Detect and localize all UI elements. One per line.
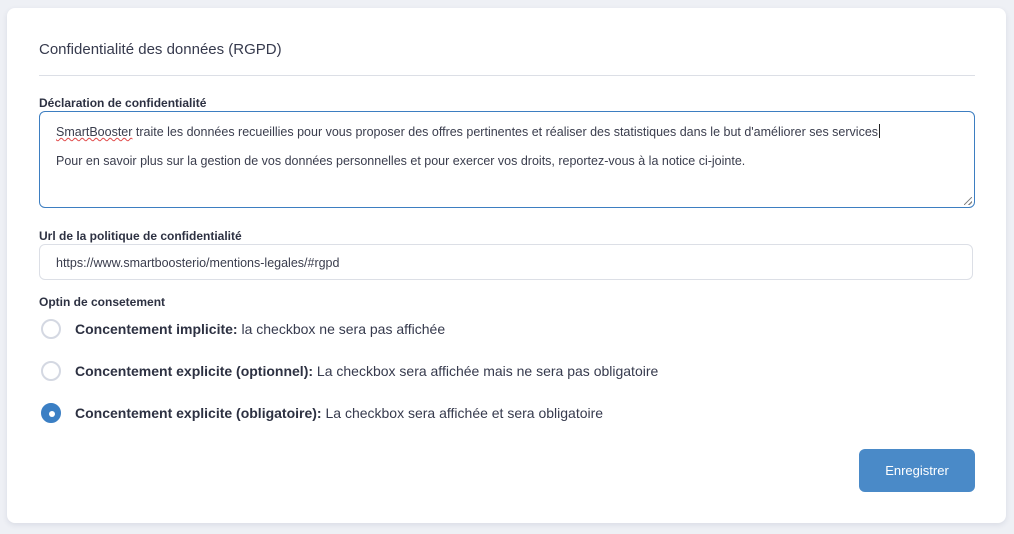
privacy-statement-line-1: SmartBooster traite les données recueill…: [56, 124, 881, 139]
text-caret: [879, 124, 881, 138]
radio-explicit-optional[interactable]: [41, 361, 61, 381]
policy-url-label: Url de la politique de confidentialité: [39, 229, 242, 243]
consent-option-explicit-required[interactable]: Concentement explicite (obligatoire): La…: [41, 401, 603, 425]
consent-option-implicit-label: Concentement implicite: la checkbox ne s…: [75, 321, 446, 337]
section-divider: [39, 75, 975, 76]
resize-handle-icon[interactable]: [964, 197, 972, 205]
privacy-statement-label: Déclaration de confidentialité: [39, 96, 207, 110]
spellcheck-flagged-word: SmartBooster: [56, 125, 133, 139]
consent-option-explicit-optional[interactable]: Concentement explicite (optionnel): La c…: [41, 359, 658, 383]
radio-implicit[interactable]: [41, 319, 61, 339]
radio-explicit-required[interactable]: [41, 403, 61, 423]
privacy-statement-line-1-text: traite les données recueillies pour vous…: [132, 125, 879, 139]
privacy-statement-textarea[interactable]: SmartBooster traite les données recueill…: [39, 111, 975, 208]
section-title: Confidentialité des données (RGPD): [39, 41, 282, 58]
consent-option-explicit-required-label: Concentement explicite (obligatoire): La…: [75, 405, 604, 421]
consent-option-explicit-optional-label: Concentement explicite (optionnel): La c…: [75, 363, 659, 379]
rgpd-settings-card: Confidentialité des données (RGPD) Décla…: [7, 8, 1006, 523]
privacy-statement-line-2: Pour en savoir plus sur la gestion de vo…: [56, 154, 746, 168]
save-button[interactable]: Enregistrer: [859, 449, 975, 492]
consent-optin-label: Optin de consetement: [39, 295, 166, 309]
policy-url-input[interactable]: https://www.smartboosterio/mentions-lega…: [39, 244, 973, 280]
consent-option-implicit[interactable]: Concentement implicite: la checkbox ne s…: [41, 317, 445, 341]
